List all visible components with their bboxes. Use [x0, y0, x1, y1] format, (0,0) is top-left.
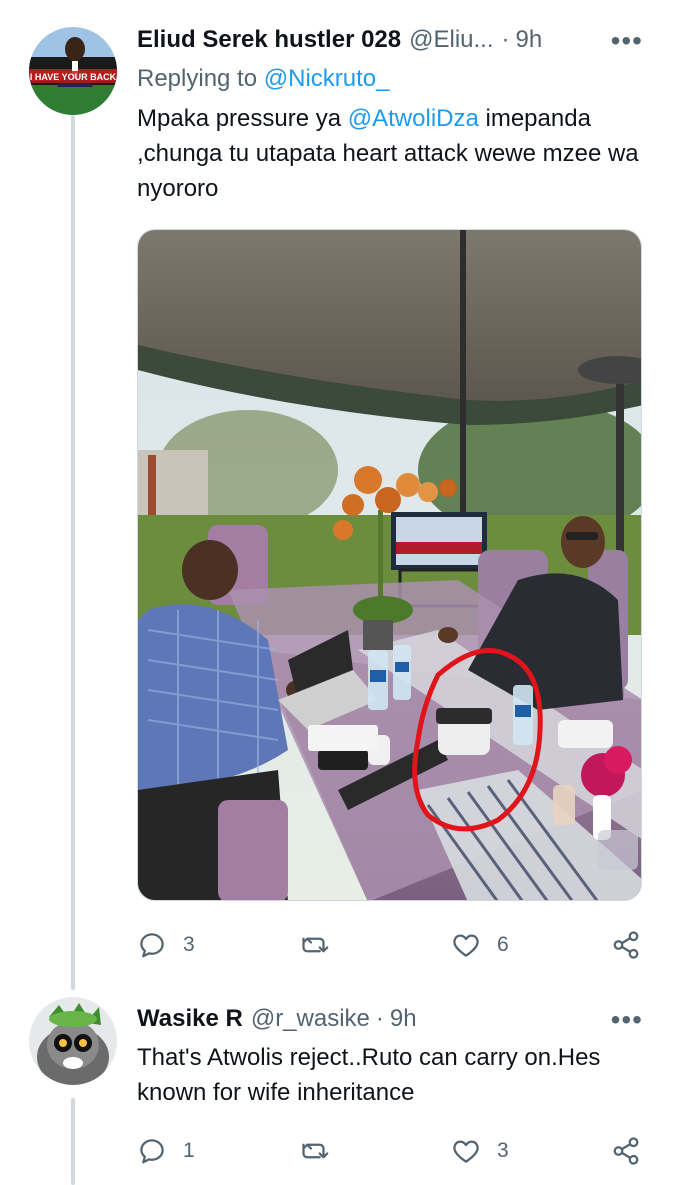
separator: ·: [375, 1005, 384, 1032]
like-count: 6: [497, 933, 509, 956]
tweet-photo[interactable]: [137, 229, 642, 901]
tweet1-actions: 3 6: [137, 925, 647, 965]
share-button[interactable]: [611, 925, 641, 965]
handle[interactable]: @Eliu...: [409, 26, 493, 54]
avatar-wasike[interactable]: [29, 997, 117, 1085]
like-icon: [453, 934, 479, 957]
reply-icon: [140, 1139, 164, 1164]
retweet-button[interactable]: [301, 1131, 347, 1171]
avatar-eliud[interactable]: I HAVE YOUR BACK: [29, 27, 117, 115]
replying-to-handle[interactable]: @Nickruto_: [264, 65, 390, 92]
retweet-button[interactable]: [301, 925, 347, 965]
replying-to-label: Replying to: [137, 65, 258, 92]
more-icon[interactable]: •••: [611, 1006, 643, 1034]
avatar-banner-text: I HAVE YOUR BACK: [30, 72, 117, 82]
share-icon: [613, 931, 639, 959]
reply-button[interactable]: 1: [137, 1131, 195, 1171]
separator: ·: [501, 26, 510, 53]
tweet2-actions: 1 3: [137, 1131, 647, 1171]
share-button[interactable]: [611, 1131, 641, 1171]
like-button[interactable]: 6: [451, 925, 509, 965]
timestamp[interactable]: 9h: [516, 26, 543, 54]
more-icon[interactable]: •••: [611, 27, 643, 55]
share-icon: [613, 1137, 639, 1165]
like-icon: [453, 1140, 479, 1163]
replying-to: Replying to @Nickruto_: [137, 65, 389, 93]
retweet-icon: [302, 937, 329, 953]
thread-line-bottom: [71, 1098, 75, 1185]
photo-illustration: [138, 230, 641, 900]
reply-count: 1: [183, 1139, 195, 1162]
display-name[interactable]: Wasike R: [137, 1005, 243, 1033]
like-button[interactable]: 3: [451, 1131, 509, 1171]
tweet1-header: Eliud Serek hustler 028 @Eliu... · 9h: [137, 21, 542, 59]
handle[interactable]: @r_wasike: [251, 1005, 370, 1033]
tweet1-text-part1: Mpaka pressure ya: [137, 105, 342, 132]
reply-icon: [140, 933, 164, 958]
timestamp[interactable]: 9h: [390, 1005, 417, 1033]
reply-count: 3: [183, 933, 195, 956]
retweet-icon: [302, 1143, 329, 1159]
tweet2-text: That's Atwolis reject..Ruto can carry on…: [137, 1044, 601, 1106]
reply-button[interactable]: 3: [137, 925, 195, 965]
tweet2-header: Wasike R @r_wasike · 9h: [137, 1000, 417, 1038]
mention-link[interactable]: @AtwoliDza: [348, 105, 479, 132]
thread-line-top: [71, 115, 75, 990]
like-count: 3: [497, 1139, 509, 1162]
tweet1-text: Mpaka pressure ya @AtwoliDza imepanda ,c…: [137, 101, 647, 206]
display-name[interactable]: Eliud Serek hustler 028: [137, 26, 401, 54]
